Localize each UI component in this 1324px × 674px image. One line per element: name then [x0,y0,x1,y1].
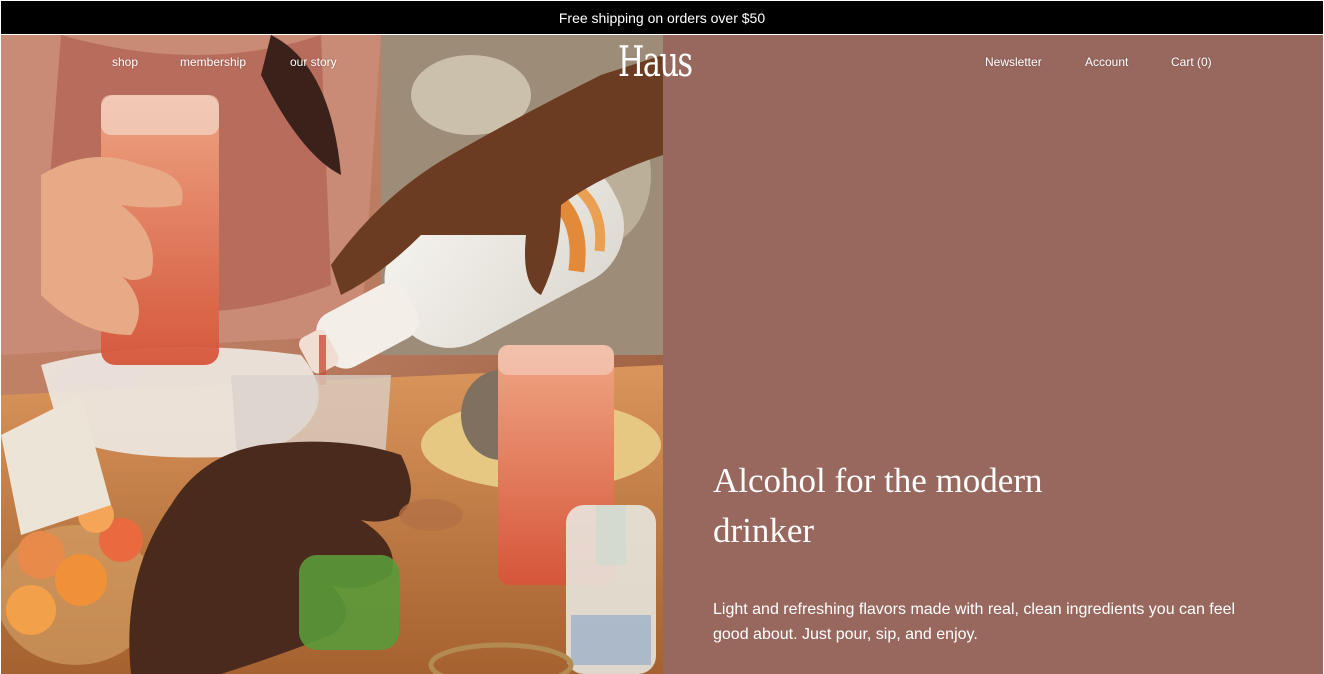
hero-image [1,35,663,674]
hero-text-panel: Alcohol for the modern drinker Light and… [663,35,1323,674]
nav-link-cart[interactable]: Cart (0) [1171,55,1212,69]
main-nav: shop membership our story Haus Newslette… [1,35,1323,95]
nav-link-account[interactable]: Account [1085,55,1128,69]
announcement-text: Free shipping on orders over $50 [558,9,766,26]
announcement-bar: Free shipping on orders over $50 [1,1,1323,34]
nav-link-shop[interactable]: shop [112,55,138,69]
hero-headline: Alcohol for the modern drinker [713,461,1043,550]
hero-subcopy: Light and refreshing flavors made with r… [713,601,1236,643]
brand-logo[interactable]: Haus [618,39,693,85]
hero-section: Alcohol for the modern drinker Light and… [1,35,1323,674]
nav-link-newsletter[interactable]: Newsletter [985,55,1042,69]
nav-link-our-story[interactable]: our story [290,55,337,69]
nav-link-membership[interactable]: membership [180,55,246,69]
